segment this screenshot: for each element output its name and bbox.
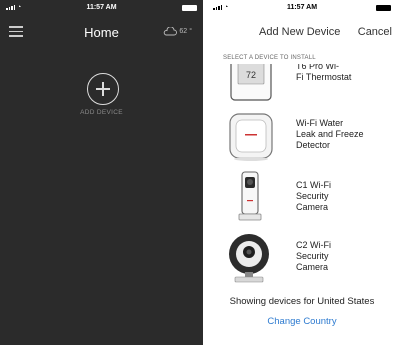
- status-time: 11:57 AM: [286, 4, 318, 11]
- status-time: 11:57 AM: [86, 4, 117, 11]
- device-name: Wi-Fi Water Leak and Freeze Detector: [296, 118, 364, 151]
- home-screen: ◔ 11:57 AM Home 62 ° ADD DEVICE: [0, 0, 203, 345]
- section-label: SELECT A DEVICE TO INSTALL: [223, 55, 316, 61]
- cloud-icon: [164, 27, 178, 36]
- device-name: C1 Wi-Fi Security Camera: [296, 180, 331, 213]
- device-name-line: C2 Wi-Fi: [296, 240, 331, 250]
- status-bar: ◔ 11:57 AM: [207, 0, 397, 18]
- device-name-line: Detector: [296, 140, 331, 150]
- change-country-link[interactable]: Change Country: [207, 316, 397, 327]
- device-thermostat[interactable]: 72 T6 Pro Wi- Fi Thermostat: [207, 64, 397, 106]
- device-name-line: Fi Thermostat: [296, 72, 352, 82]
- degree-symbol: °: [189, 28, 192, 35]
- home-header: Home 62 °: [0, 18, 203, 48]
- device-name-line: Camera: [296, 202, 329, 212]
- device-name-line: C1 Wi-Fi: [296, 180, 331, 190]
- thermostat-display: 72: [246, 70, 256, 80]
- device-name-line: Camera: [296, 262, 329, 272]
- water-leak-detector-icon: [229, 113, 273, 161]
- weather-temp: 62: [179, 28, 188, 35]
- status-bar: ◔ 11:57 AM: [0, 0, 203, 18]
- add-device-header: Add New Device Cancel: [207, 18, 397, 46]
- device-name-line: Leak and Freeze: [296, 129, 364, 139]
- device-name: C2 Wi-Fi Security Camera: [296, 240, 331, 273]
- device-name-line: Security: [296, 191, 329, 201]
- device-c1-camera[interactable]: C1 Wi-Fi Security Camera: [207, 170, 397, 226]
- device-c2-camera[interactable]: C2 Wi-Fi Security Camera: [207, 230, 397, 288]
- c1-camera-icon: [238, 171, 262, 221]
- weather-widget[interactable]: 62 °: [163, 27, 192, 36]
- battery-icon: [182, 5, 197, 11]
- country-info-text: Showing devices for United States: [229, 296, 375, 307]
- cancel-button[interactable]: Cancel: [358, 26, 392, 38]
- device-water-leak-detector[interactable]: Wi-Fi Water Leak and Freeze Detector: [207, 112, 397, 164]
- device-name-line: Security: [296, 251, 329, 261]
- device-name-line: Wi-Fi Water: [296, 118, 344, 128]
- add-device-button[interactable]: [87, 73, 119, 105]
- battery-icon: [376, 5, 391, 11]
- thermostat-icon: 72: [230, 64, 272, 101]
- device-name-line: T6 Pro Wi-: [296, 64, 340, 71]
- add-device-label: ADD DEVICE: [80, 109, 123, 116]
- add-device-screen: ◔ 11:57 AM Add New Device Cancel SELECT …: [207, 0, 397, 345]
- country-footer: Showing devices for United States Change…: [207, 288, 397, 345]
- page-title: Add New Device: [259, 26, 341, 38]
- device-name: T6 Pro Wi- Fi Thermostat: [296, 64, 351, 83]
- c2-camera-icon: [229, 234, 269, 283]
